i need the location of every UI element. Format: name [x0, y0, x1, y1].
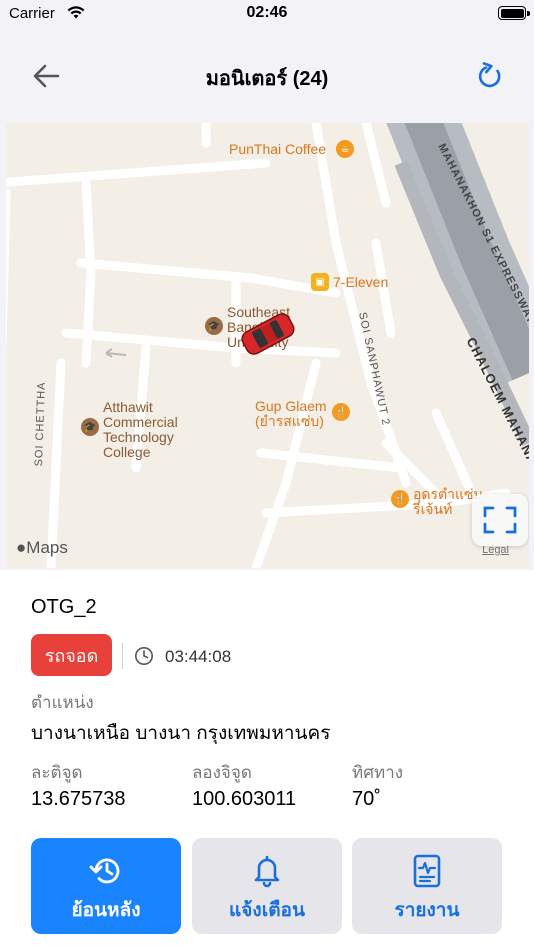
clock-icon — [135, 647, 153, 665]
latitude-label: ละติจูด — [31, 763, 83, 782]
store-icon: ▣ — [311, 273, 329, 291]
refresh-button[interactable] — [472, 58, 508, 94]
school-icon: 🎓 — [205, 317, 223, 335]
longitude-label: ลองจิจูด — [192, 763, 252, 782]
page-title: มอนิเตอร์ (24) — [205, 68, 329, 90]
history-icon — [89, 858, 120, 884]
fullscreen-icon — [483, 506, 517, 534]
longitude-value: 100.603011 — [192, 788, 297, 810]
battery-icon — [498, 6, 530, 20]
restaurant-icon: 🍴 — [332, 403, 350, 421]
poi-label-gupglaem[interactable]: Gup Glaem (ยำรสแซ่บ) — [255, 399, 331, 429]
status-badge: รถจอด — [31, 634, 112, 676]
restaurant-icon: 🍴 — [391, 490, 409, 508]
location-label: ตำแหน่ง — [31, 693, 94, 712]
navigation-bar: มอนิเตอร์ (24) — [0, 50, 534, 102]
report-icon — [413, 854, 441, 888]
report-label: รายงาน — [394, 900, 460, 921]
latitude-value: 13.675738 — [31, 788, 126, 810]
expand-map-button[interactable] — [472, 494, 528, 546]
map-view[interactable]: ☕ PunThai Coffee ▣ 7-Eleven 🎓 Southeast … — [6, 123, 529, 568]
status-bar: Carrier 02:46 — [0, 0, 534, 28]
poi-label-7eleven[interactable]: 7-Eleven — [333, 275, 388, 290]
clock-time: 02:46 — [246, 4, 288, 21]
history-label: ย้อนหลัง — [71, 900, 141, 921]
history-button[interactable]: ย้อนหลัง — [31, 838, 181, 934]
poi-label-punthai[interactable]: PunThai Coffee — [229, 142, 326, 157]
maps-attribution: ●Maps — [16, 538, 68, 557]
vehicle-name: OTG_2 — [31, 596, 97, 618]
coffee-icon: ☕ — [336, 140, 354, 158]
poi-label-atthawit[interactable]: Atthawit Commercial Technology College — [103, 400, 203, 460]
alert-button[interactable]: แจ้งเตือน — [192, 838, 342, 934]
divider — [122, 643, 123, 669]
refresh-icon — [478, 62, 501, 88]
report-button[interactable]: รายงาน — [352, 838, 502, 934]
apple-logo-icon: ● — [16, 538, 27, 557]
school-icon: 🎓 — [81, 418, 99, 436]
heading-label: ทิศทาง — [352, 763, 404, 782]
heading-value: 70˚ — [352, 788, 381, 810]
parked-duration: 03:44:08 — [165, 647, 232, 666]
bell-icon — [254, 855, 280, 888]
alert-label: แจ้งเตือน — [229, 900, 305, 921]
vehicle-info-panel: OTG_2 รถจอด 03:44:08 ตำแหน่ง บางนาเหนือ … — [0, 570, 534, 950]
location-value: บางนาเหนือ บางนา กรุงเทพมหานคร — [31, 723, 331, 744]
